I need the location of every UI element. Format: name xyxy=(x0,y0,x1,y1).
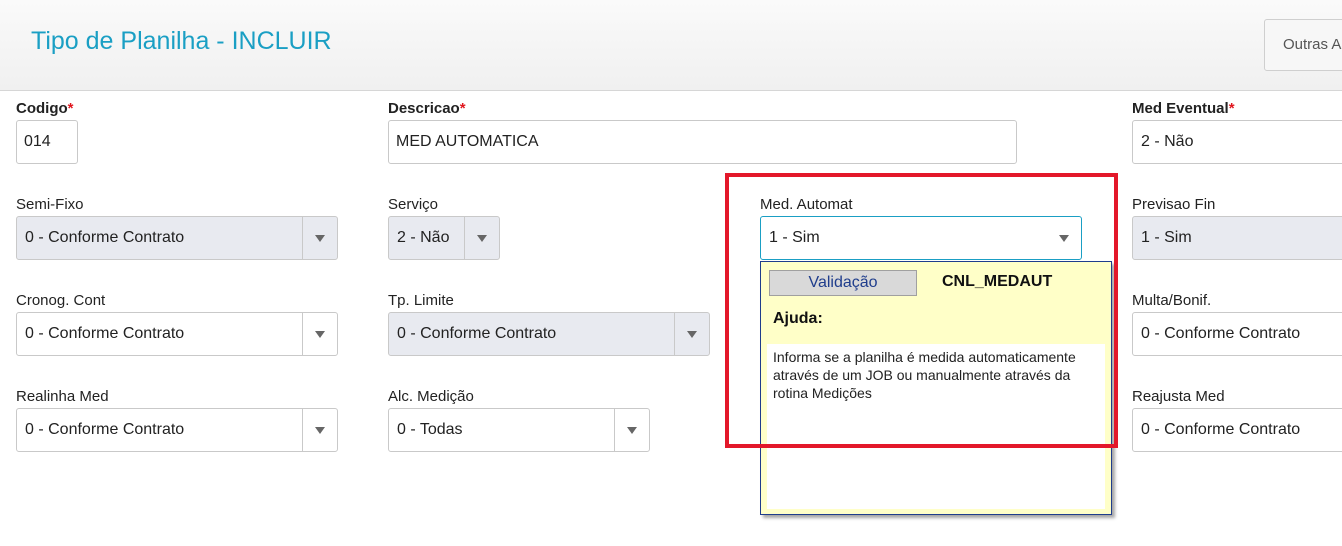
descricao-label-text: Descricao xyxy=(388,100,460,117)
tp-limite-value: 0 - Conforme Contrato xyxy=(397,325,557,342)
cronog-cont-label: Cronog. Cont xyxy=(16,292,106,309)
tp-limite-label: Tp. Limite xyxy=(388,292,454,309)
alc-medicao-select[interactable]: 0 - Todas xyxy=(388,408,650,452)
descricao-input[interactable]: MED AUTOMATICA xyxy=(388,120,1017,164)
semi-fixo-label: Semi-Fixo xyxy=(16,196,84,213)
codigo-label: Codigo* xyxy=(16,100,74,117)
reajusta-med-value: 0 - Conforme Contrato xyxy=(1141,421,1301,438)
previsao-fin-select[interactable]: 1 - Sim xyxy=(1132,216,1342,260)
semi-fixo-value: 0 - Conforme Contrato xyxy=(25,229,185,246)
alc-medicao-label: Alc. Medição xyxy=(388,388,474,405)
med-eventual-select[interactable]: 2 - Não xyxy=(1132,120,1342,164)
cronog-cont-select[interactable]: 0 - Conforme Contrato xyxy=(16,312,338,356)
multa-bonif-label: Multa/Bonif. xyxy=(1132,292,1212,309)
tp-limite-select[interactable]: 0 - Conforme Contrato xyxy=(388,312,710,356)
realinha-med-select[interactable]: 0 - Conforme Contrato xyxy=(16,408,338,452)
multa-bonif-value: 0 - Conforme Contrato xyxy=(1141,325,1301,342)
chevron-down-icon[interactable] xyxy=(614,409,649,451)
servico-value: 2 - Não xyxy=(397,229,450,246)
chevron-down-icon[interactable] xyxy=(674,313,709,355)
med-eventual-value: 2 - Não xyxy=(1141,133,1194,150)
codigo-label-text: Codigo xyxy=(16,100,68,117)
chevron-down-icon[interactable] xyxy=(302,409,337,451)
previsao-fin-value: 1 - Sim xyxy=(1141,229,1192,246)
reajusta-med-label: Reajusta Med xyxy=(1132,388,1225,405)
cronog-cont-value: 0 - Conforme Contrato xyxy=(25,325,185,342)
required-mark: * xyxy=(67,100,74,117)
semi-fixo-select[interactable]: 0 - Conforme Contrato xyxy=(16,216,338,260)
realinha-med-label: Realinha Med xyxy=(16,388,109,405)
reajusta-med-select[interactable]: 0 - Conforme Contrato xyxy=(1132,408,1342,452)
required-mark: * xyxy=(1228,100,1235,117)
realinha-med-value: 0 - Conforme Contrato xyxy=(25,421,185,438)
chevron-down-icon[interactable] xyxy=(302,313,337,355)
descricao-label: Descricao* xyxy=(388,100,466,117)
alc-medicao-value: 0 - Todas xyxy=(397,421,463,438)
highlight-annotation xyxy=(725,173,1118,448)
page-header: Tipo de Planilha - INCLUIR Outras Ações xyxy=(0,0,1342,91)
other-actions-button[interactable]: Outras Ações xyxy=(1264,19,1342,71)
multa-bonif-select[interactable]: 0 - Conforme Contrato xyxy=(1132,312,1342,356)
servico-select[interactable]: 2 - Não xyxy=(388,216,500,260)
chevron-down-icon[interactable] xyxy=(464,217,499,259)
required-mark: * xyxy=(459,100,466,117)
chevron-down-icon[interactable] xyxy=(302,217,337,259)
previsao-fin-label: Previsao Fin xyxy=(1132,196,1216,213)
servico-label: Serviço xyxy=(388,196,439,213)
med-eventual-label-text: Med Eventual xyxy=(1132,100,1229,117)
page-title: Tipo de Planilha - INCLUIR xyxy=(31,27,332,55)
med-eventual-label: Med Eventual* xyxy=(1132,100,1235,117)
codigo-input[interactable]: 014 xyxy=(16,120,78,164)
